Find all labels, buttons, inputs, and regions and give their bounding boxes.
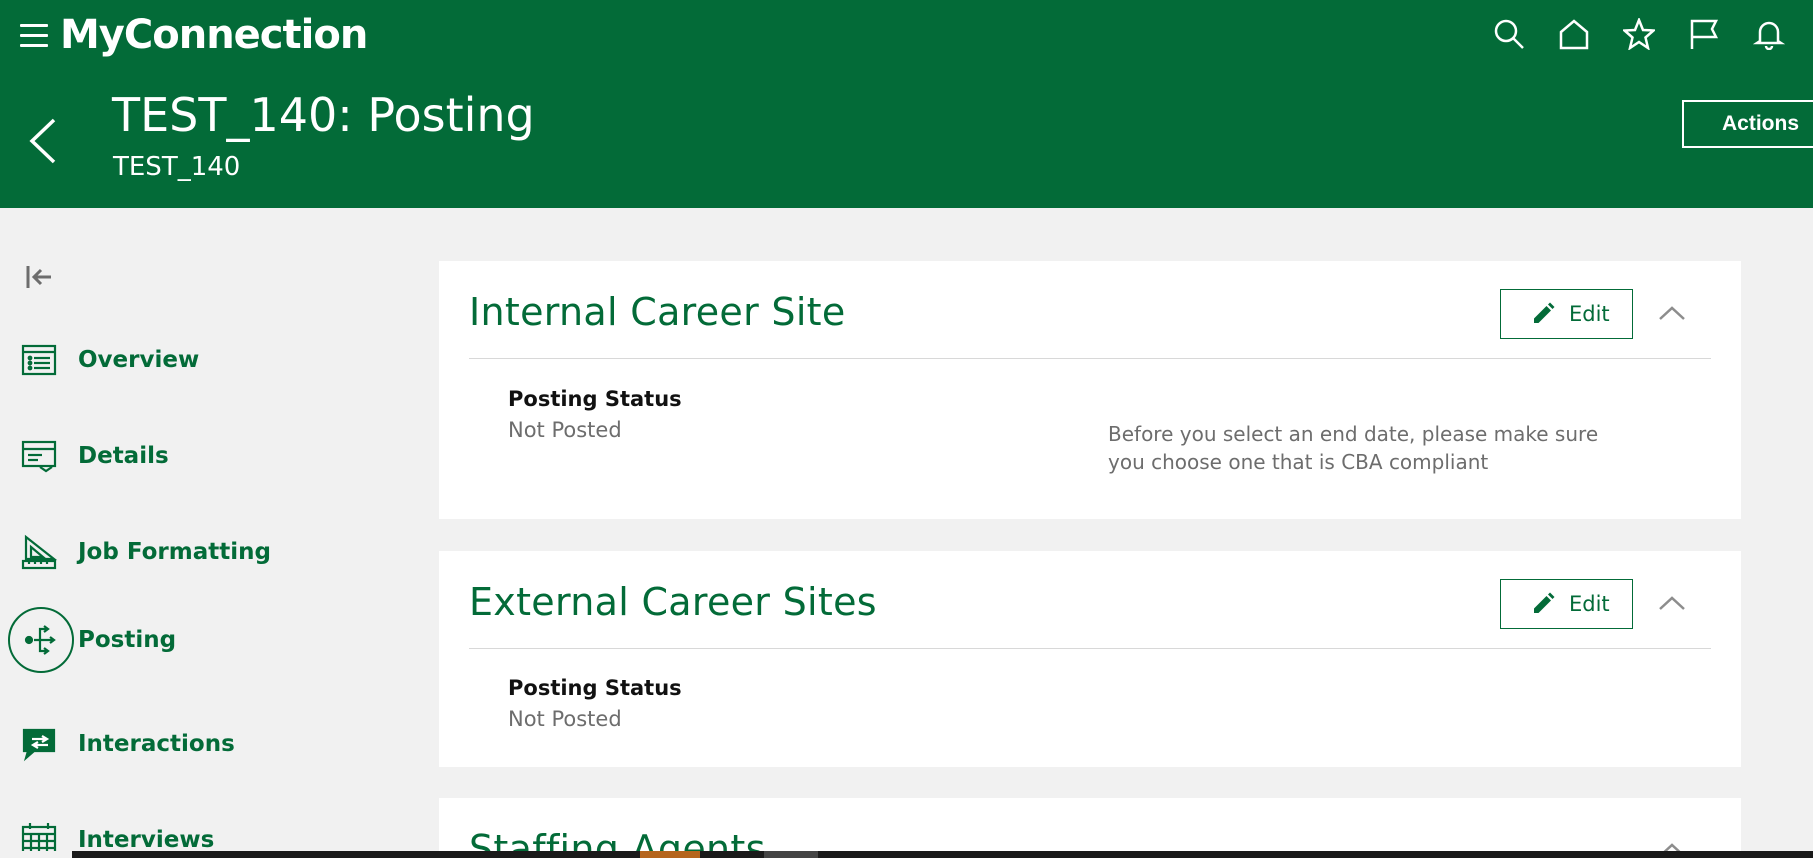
sidebar-item-label: Overview — [78, 347, 200, 373]
section-title: Internal Career Site — [469, 290, 846, 334]
posting-status-value: Not Posted — [508, 707, 622, 731]
flag-icon[interactable] — [1688, 18, 1720, 50]
edit-label: Edit — [1569, 592, 1610, 616]
posting-status-value: Not Posted — [508, 418, 622, 442]
sidebar-item-label: Posting — [78, 627, 177, 653]
posting-icon — [8, 607, 74, 673]
page-title: TEST_140: Posting — [112, 88, 535, 142]
ruler-icon — [18, 531, 60, 573]
sidebar-item-overview[interactable]: Overview — [18, 330, 199, 390]
chat-icon — [18, 723, 60, 765]
page-subtitle: TEST_140 — [113, 152, 241, 182]
sidebar-item-details[interactable]: Details — [18, 426, 169, 486]
section-title: External Career Sites — [469, 580, 877, 624]
header-icon-bar — [1493, 16, 1786, 51]
sidebar-item-posting[interactable]: Posting — [8, 607, 177, 673]
bottom-edge — [0, 851, 1813, 858]
cba-note: Before you select an end date, please ma… — [1108, 422, 1599, 474]
list-icon — [18, 339, 60, 381]
collapse-section-icon[interactable] — [1657, 593, 1687, 613]
sidebar-item-job-formatting[interactable]: Job Formatting — [18, 522, 271, 582]
details-icon — [18, 435, 60, 477]
section-staffing-agents: Staffing Agents — [439, 798, 1741, 858]
edit-button[interactable]: Edit — [1500, 579, 1633, 629]
back-icon[interactable] — [26, 116, 60, 166]
edit-label: Edit — [1569, 302, 1610, 326]
sidebar-item-label: Interviews — [78, 827, 215, 853]
posting-status-label: Posting Status — [508, 676, 682, 700]
section-external-career-sites: External Career Sites Edit Posting Statu… — [439, 551, 1741, 767]
sidebar-item-interactions[interactable]: Interactions — [18, 714, 235, 774]
pencil-icon — [1534, 592, 1555, 613]
pencil-icon — [1534, 302, 1555, 323]
edit-button[interactable]: Edit — [1500, 289, 1633, 339]
actions-button[interactable]: Actions — [1682, 100, 1813, 148]
posting-status-label: Posting Status — [508, 387, 682, 411]
bell-icon[interactable] — [1752, 18, 1786, 51]
section-divider — [469, 358, 1711, 359]
sidebar-item-label: Interactions — [78, 731, 235, 757]
section-divider — [469, 648, 1711, 649]
section-internal-career-site: Internal Career Site Edit Posting Status… — [439, 261, 1741, 519]
app-brand[interactable]: MyConnection — [60, 12, 368, 58]
menu-icon[interactable] — [20, 24, 50, 50]
star-icon[interactable] — [1621, 16, 1657, 51]
sidebar-item-label: Details — [78, 443, 169, 469]
home-icon[interactable] — [1558, 18, 1590, 50]
app-header: MyConnection TEST_140: Posting TEST_140 … — [0, 0, 1813, 208]
collapse-sidebar-icon[interactable] — [24, 262, 54, 292]
sidebar-item-label: Job Formatting — [78, 539, 271, 565]
collapse-section-icon[interactable] — [1657, 303, 1687, 323]
search-icon[interactable] — [1493, 18, 1525, 50]
